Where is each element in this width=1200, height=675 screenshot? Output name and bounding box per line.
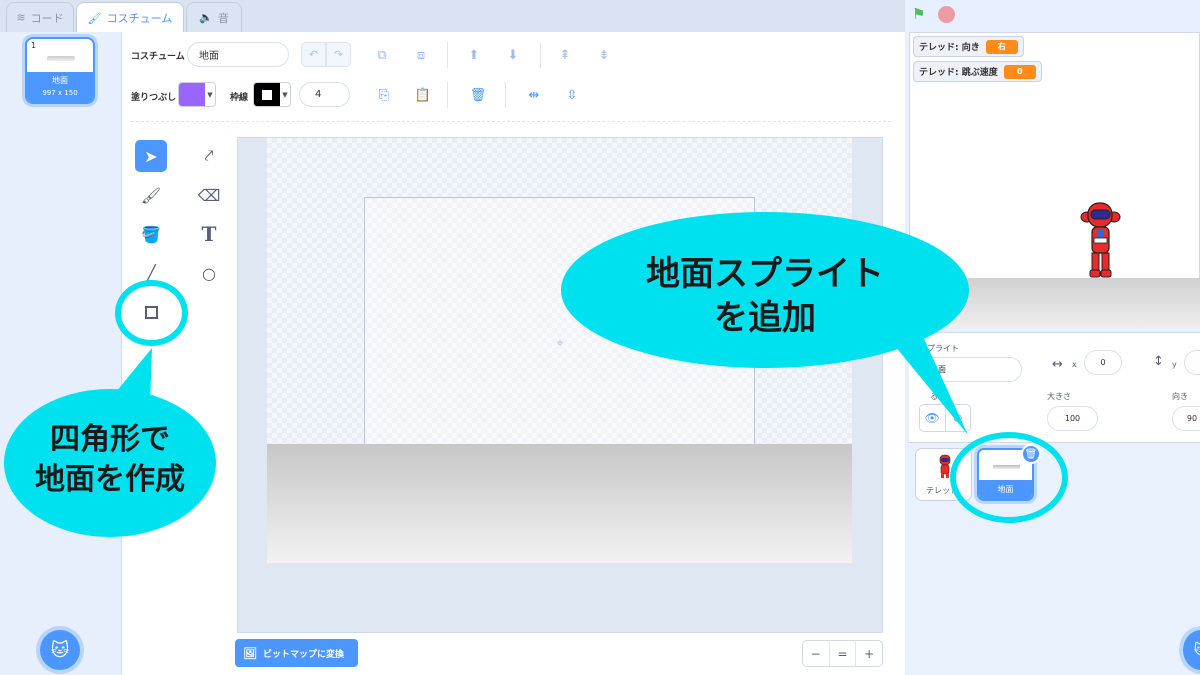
y-label: y (1172, 360, 1177, 369)
select-tool[interactable]: ➤ (135, 140, 167, 172)
costume-name-label: コスチューム (131, 52, 185, 62)
eraser-icon: ⌫ (197, 185, 221, 205)
outline-label: 枠線 (230, 93, 249, 103)
costume-item[interactable]: 1 地面 997 x 150 (25, 37, 95, 104)
flip-horizontal-button[interactable]: ⇹ (523, 84, 545, 106)
paint-bucket-icon: 🪣 (141, 224, 161, 244)
x-position-input[interactable]: 0 (1084, 350, 1122, 375)
flip-horizontal-icon: ⇹ (528, 87, 540, 103)
cat-plus-icon: 🐱 (1194, 642, 1200, 658)
flip-vertical-icon: ⇳ (566, 87, 578, 103)
outline-width-input[interactable]: 4 (299, 82, 350, 107)
ground-rectangle-shape[interactable] (267, 444, 852, 563)
code-blocks-icon: ≋ (16, 11, 26, 24)
tab-code[interactable]: ≋ コード (6, 2, 74, 32)
toolbar-divider (447, 42, 448, 68)
bring-to-front-icon: ⇞ (559, 47, 571, 63)
size-input[interactable]: 100 (1047, 406, 1098, 431)
add-costume-button[interactable]: 🐱 (40, 630, 80, 670)
x-arrows-icon: ↔ (1052, 357, 1063, 372)
reshape-icon: ⤤ (204, 146, 214, 165)
text-t-icon: T (201, 222, 217, 246)
costume-size: 997 x 150 (42, 89, 78, 97)
tab-costumes[interactable]: 🖌 コスチューム (76, 2, 184, 33)
zoom-reset-icon: = (837, 646, 848, 661)
zoom-in-button[interactable]: + (856, 641, 882, 666)
group-button[interactable]: ⧉ (371, 44, 393, 66)
eraser-tool[interactable]: ⌫ (193, 179, 225, 211)
caret-down-icon: ▼ (205, 83, 215, 106)
speaker-icon: 🔈 (199, 11, 213, 24)
variable-monitor[interactable]: テレッド: 跳ぶ速度 0 (913, 61, 1042, 82)
forward-button[interactable]: ⬆ (463, 44, 485, 66)
redo-icon: ↷ (333, 48, 344, 61)
text-tool[interactable]: T (193, 218, 225, 250)
caret-down-icon: ▼ (280, 83, 290, 106)
ungroup-button[interactable]: ⧈ (410, 44, 432, 66)
front-button[interactable]: ⇞ (554, 44, 576, 66)
copy-button[interactable]: ⎘ (373, 84, 395, 106)
green-flag-icon[interactable]: ⚑ (912, 5, 925, 23)
ungroup-icon: ⧈ (416, 47, 426, 63)
direction-input[interactable]: 90 (1172, 406, 1200, 431)
brush-icon: 🖌 (140, 185, 162, 205)
image-icon: 🖼 (243, 646, 257, 660)
costume-index: 1 (31, 41, 37, 50)
circle-icon: ○ (202, 263, 216, 283)
left-bubble-text: 四角形で 地面を作成 (35, 422, 185, 497)
paste-icon: 📋 (414, 87, 432, 103)
toolbar-divider (540, 42, 541, 68)
size-label: 大きさ (1047, 392, 1071, 401)
fill-label: 塗りつぶし (131, 93, 177, 103)
y-arrows-icon: ↕ (1153, 354, 1164, 369)
zoom-controls: − = + (802, 640, 883, 667)
convert-to-bitmap-button[interactable]: 🖼 ビットマップに変換 (235, 639, 358, 667)
x-label: x (1072, 360, 1077, 369)
arrow-up-icon: ⬆ (468, 47, 480, 63)
brush-icon: 🖌 (87, 11, 102, 25)
backward-button[interactable]: ⬇ (502, 44, 524, 66)
fill-tool[interactable]: 🪣 (135, 218, 167, 250)
trash-icon: 🗑 (469, 87, 487, 103)
send-to-back-icon: ⇟ (598, 47, 610, 63)
direction-label: 向き (1172, 392, 1188, 401)
delete-button[interactable]: 🗑 (467, 84, 489, 106)
redo-button[interactable]: ↷ (326, 42, 351, 67)
outline-color-picker[interactable]: ▼ (253, 82, 291, 107)
arrow-down-icon: ⬇ (507, 47, 519, 63)
back-button[interactable]: ⇟ (593, 44, 615, 66)
group-icon: ⧉ (377, 47, 387, 63)
toolbar-separator (131, 121, 891, 122)
circle-tool[interactable]: ○ (193, 257, 225, 289)
toolbar-divider (447, 82, 448, 108)
paste-button[interactable]: 📋 (412, 84, 434, 106)
costume-name: 地面 (52, 76, 68, 85)
variable-monitor[interactable]: テレッド: 向き 右 (913, 36, 1024, 57)
copy-icon: ⎘ (378, 87, 390, 103)
brush-tool[interactable]: 🖌 (135, 179, 167, 211)
monitor-value: 右 (985, 39, 1018, 54)
costume-name-input[interactable]: 地面 (187, 42, 289, 67)
toolbar-divider (505, 82, 506, 108)
right-bubble-text: 地面スプライト を追加 (646, 254, 884, 338)
cursor-arrow-icon: ➤ (144, 146, 158, 166)
stop-icon[interactable] (938, 6, 955, 23)
undo-icon: ↶ (308, 48, 319, 61)
zoom-out-icon: − (810, 646, 821, 661)
monitor-value: 0 (1003, 64, 1036, 79)
telered-character[interactable] (1072, 198, 1128, 288)
zoom-out-button[interactable]: − (803, 641, 830, 666)
cat-plus-icon: 🐱 (50, 639, 70, 661)
zoom-reset-button[interactable]: = (830, 641, 857, 666)
fill-color-swatch (179, 83, 205, 106)
outline-color-swatch (254, 83, 280, 106)
undo-button[interactable]: ↶ (301, 42, 326, 67)
fill-color-picker[interactable]: ▼ (178, 82, 216, 107)
costume-thumbnail (47, 56, 75, 61)
reshape-tool[interactable]: ⤤ (193, 140, 225, 172)
flip-vertical-button[interactable]: ⇳ (561, 84, 583, 106)
tab-sounds[interactable]: 🔈 音 (186, 2, 242, 32)
zoom-in-icon: + (864, 646, 875, 661)
